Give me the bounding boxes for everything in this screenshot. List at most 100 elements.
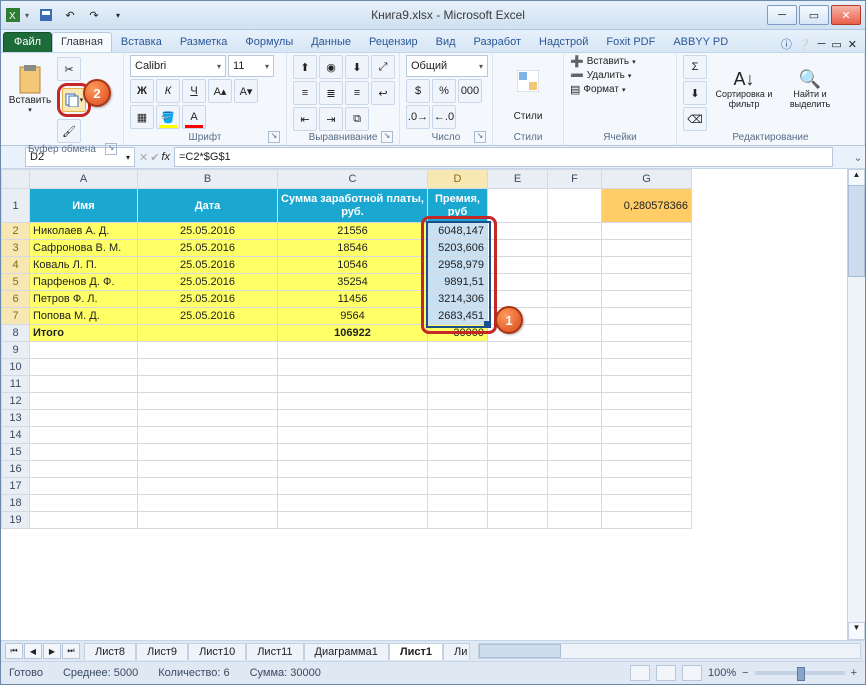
row-header-15[interactable]: 15	[2, 444, 30, 461]
sheet-nav-first[interactable]: ⏮	[5, 643, 23, 659]
sheet-tab-Лист9[interactable]: Лист9	[136, 643, 188, 660]
font-dialog-launcher[interactable]: ↘	[268, 131, 280, 143]
maximize-button[interactable]: ▭	[799, 5, 829, 25]
col-header-G[interactable]: G	[602, 170, 692, 189]
sheet-tab-Диаграмма1[interactable]: Диаграмма1	[304, 643, 389, 660]
zoom-out-button[interactable]: −	[742, 667, 748, 679]
fill-handle[interactable]	[484, 321, 489, 326]
cell-D6[interactable]: 3214,306	[428, 291, 488, 308]
sheet-nav-prev[interactable]: ◀	[24, 643, 42, 659]
merge-button[interactable]: ⧉	[345, 107, 369, 131]
fx-icon[interactable]: fx	[161, 151, 170, 164]
view-normal-button[interactable]	[630, 665, 650, 681]
row-header-16[interactable]: 16	[2, 461, 30, 478]
cell-C4[interactable]: 10546	[278, 257, 428, 274]
header-name[interactable]: Имя	[30, 189, 138, 223]
expand-formula-bar-icon[interactable]: ⌄	[851, 151, 865, 164]
cell-D5[interactable]: 9891,51	[428, 274, 488, 291]
align-right-button[interactable]: ≡	[345, 81, 369, 105]
row-header-1[interactable]: 1	[2, 189, 30, 223]
cell-C7[interactable]: 9564	[278, 308, 428, 325]
tab-формулы[interactable]: Формулы	[236, 32, 302, 52]
row-header-12[interactable]: 12	[2, 393, 30, 410]
control-menu-icon[interactable]: ▾	[25, 11, 29, 20]
help-icon[interactable]: ❔	[798, 38, 812, 51]
row-header-9[interactable]: 9	[2, 342, 30, 359]
percent-button[interactable]: %	[432, 79, 456, 103]
row-header-3[interactable]: 3	[2, 240, 30, 257]
cell-C2[interactable]: 21556	[278, 223, 428, 240]
alignment-dialog-launcher[interactable]: ↘	[381, 131, 393, 143]
cell-C8[interactable]: 106922	[278, 325, 428, 342]
zoom-level[interactable]: 100%	[708, 667, 736, 679]
horizontal-scrollbar[interactable]	[478, 643, 861, 659]
tab-рецензир[interactable]: Рецензир	[360, 32, 427, 52]
row-header-4[interactable]: 4	[2, 257, 30, 274]
clipboard-dialog-launcher[interactable]: ↘	[105, 143, 117, 155]
font-color-button[interactable]: A	[182, 105, 206, 129]
row-header-6[interactable]: 6	[2, 291, 30, 308]
vertical-scrollbar[interactable]: ▲ ▼	[847, 169, 865, 640]
col-header-B[interactable]: B	[138, 170, 278, 189]
insert-cells-button[interactable]: ➕Вставить▾	[570, 55, 636, 68]
autosum-button[interactable]: Σ	[683, 55, 707, 79]
cell-A5[interactable]: Парфенов Д. Ф.	[30, 274, 138, 291]
orientation-button[interactable]: ⤢	[371, 55, 395, 79]
paste-button[interactable]: Вставить ▾	[7, 55, 53, 123]
cut-button[interactable]: ✂	[57, 57, 81, 81]
tab-разработ[interactable]: Разработ	[465, 32, 530, 52]
cell-A7[interactable]: Попова М. Д.	[30, 308, 138, 325]
font-name-combo[interactable]: Calibri▾	[130, 55, 226, 77]
cell-A4[interactable]: Коваль Л. П.	[30, 257, 138, 274]
tab-надстрой[interactable]: Надстрой	[530, 32, 597, 52]
cell-D4[interactable]: 2958,979	[428, 257, 488, 274]
cell-C5[interactable]: 35254	[278, 274, 428, 291]
decrease-decimal-button[interactable]: ←.0	[432, 105, 456, 129]
increase-indent-button[interactable]: ⇥	[319, 107, 343, 131]
cell-D8[interactable]: 30000	[428, 325, 488, 342]
row-header-17[interactable]: 17	[2, 478, 30, 495]
header-date[interactable]: Дата	[138, 189, 278, 223]
formula-input[interactable]: =C2*$G$1	[174, 147, 833, 167]
borders-button[interactable]: ▦	[130, 105, 154, 129]
format-painter-button[interactable]: 🖌	[57, 119, 81, 143]
enter-formula-icon[interactable]: ✔	[150, 151, 159, 164]
col-header-E[interactable]: E	[488, 170, 548, 189]
fill-color-button[interactable]: 🪣	[156, 105, 180, 129]
tab-данные[interactable]: Данные	[302, 32, 360, 52]
cell-D3[interactable]: 5203,606	[428, 240, 488, 257]
select-all-corner[interactable]	[2, 170, 30, 189]
close-button[interactable]: ✕	[831, 5, 861, 25]
worksheet-grid[interactable]: ABCDEFG1ИмяДатаСумма заработной платы, р…	[1, 169, 865, 640]
cell-C3[interactable]: 18546	[278, 240, 428, 257]
comma-button[interactable]: 000	[458, 79, 482, 103]
align-bottom-button[interactable]: ⬇	[345, 55, 369, 79]
scroll-down-button[interactable]: ▼	[848, 622, 865, 640]
minimize-button[interactable]: ─	[767, 5, 797, 25]
row-header-11[interactable]: 11	[2, 376, 30, 393]
sheet-tab-partial[interactable]: Ли	[443, 643, 470, 660]
cell-B6[interactable]: 25.05.2016	[138, 291, 278, 308]
cell-A2[interactable]: Николаев А. Д.	[30, 223, 138, 240]
tab-abbyy pd[interactable]: ABBYY PD	[664, 32, 737, 52]
row-header-18[interactable]: 18	[2, 495, 30, 512]
row-header-5[interactable]: 5	[2, 274, 30, 291]
tab-file[interactable]: Файл	[3, 32, 52, 52]
align-center-button[interactable]: ≣	[319, 81, 343, 105]
doc-close-button[interactable]: ✕	[848, 38, 857, 51]
format-cells-button[interactable]: ▤Формат▾	[570, 83, 625, 96]
cancel-formula-icon[interactable]: ✕	[139, 151, 148, 164]
col-header-F[interactable]: F	[548, 170, 602, 189]
align-top-button[interactable]: ⬆	[293, 55, 317, 79]
row-header-8[interactable]: 8	[2, 325, 30, 342]
clear-button[interactable]: ⌫	[683, 107, 707, 131]
cell-styles-button[interactable]	[507, 55, 549, 107]
vertical-scroll-thumb[interactable]	[848, 185, 865, 277]
undo-button[interactable]: ↶	[59, 4, 81, 26]
header-salary[interactable]: Сумма заработной платы, руб.	[278, 189, 428, 223]
accounting-button[interactable]: $	[406, 79, 430, 103]
qat-customize-icon[interactable]: ▾	[107, 4, 129, 26]
italic-button[interactable]: К	[156, 79, 180, 103]
wrap-text-button[interactable]: ↩	[371, 81, 395, 105]
doc-minimize-button[interactable]: ─	[818, 38, 826, 50]
